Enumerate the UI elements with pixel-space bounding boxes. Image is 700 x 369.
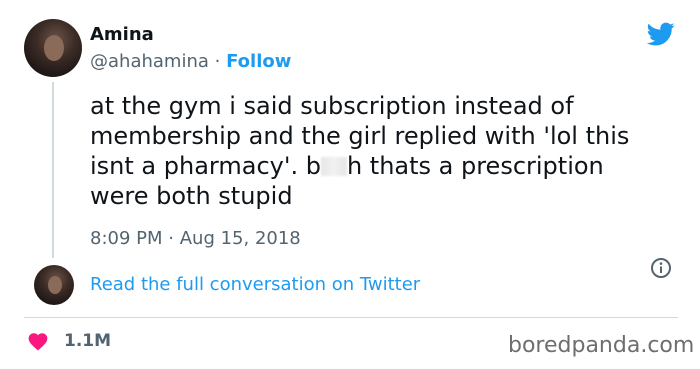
tweet-time: 8:09 PM — [90, 228, 163, 249]
tweet-line: isnt a pharmacy'. b h thats a prescriptio… — [90, 151, 690, 181]
twitter-bird-icon[interactable] — [645, 20, 677, 48]
tweet-line: were both stupid — [90, 182, 293, 210]
conversation-avatar — [34, 265, 74, 305]
tweet-line-part: isnt a pharmacy'. b — [90, 152, 321, 180]
tweet-line-part: h thats a prescription — [346, 152, 604, 180]
avatar-face — [48, 276, 62, 294]
avatar-face — [44, 35, 64, 61]
timestamp[interactable]: 8:09 PM · Aug 15, 2018 — [90, 228, 301, 249]
heart-icon[interactable] — [27, 331, 49, 351]
follow-button[interactable]: Follow — [226, 51, 291, 72]
tweet-card: Amina @ahahamina · Follow at the gym i s… — [0, 0, 700, 369]
author-handle[interactable]: @ahahamina — [90, 51, 209, 72]
separator: · — [214, 51, 221, 72]
info-icon[interactable] — [650, 257, 672, 279]
divider — [24, 317, 678, 318]
tweet-date: Aug 15, 2018 — [179, 228, 301, 249]
censor-blur — [320, 157, 347, 176]
tweet-line: at the gym i said subscription instead o… — [90, 92, 574, 120]
thread-line — [52, 82, 54, 258]
tweet-text: at the gym i said subscription instead o… — [90, 91, 690, 211]
separator: · — [168, 228, 174, 249]
author-name[interactable]: Amina — [90, 24, 154, 45]
tweet-line: membership and the girl replied with 'lo… — [90, 122, 630, 150]
like-count: 1.1M — [64, 331, 112, 351]
author-handle-row: @ahahamina · Follow — [90, 51, 291, 72]
watermark: boredpanda.com — [508, 333, 695, 358]
author-avatar[interactable] — [24, 19, 82, 77]
read-conversation-link[interactable]: Read the full conversation on Twitter — [90, 274, 420, 295]
